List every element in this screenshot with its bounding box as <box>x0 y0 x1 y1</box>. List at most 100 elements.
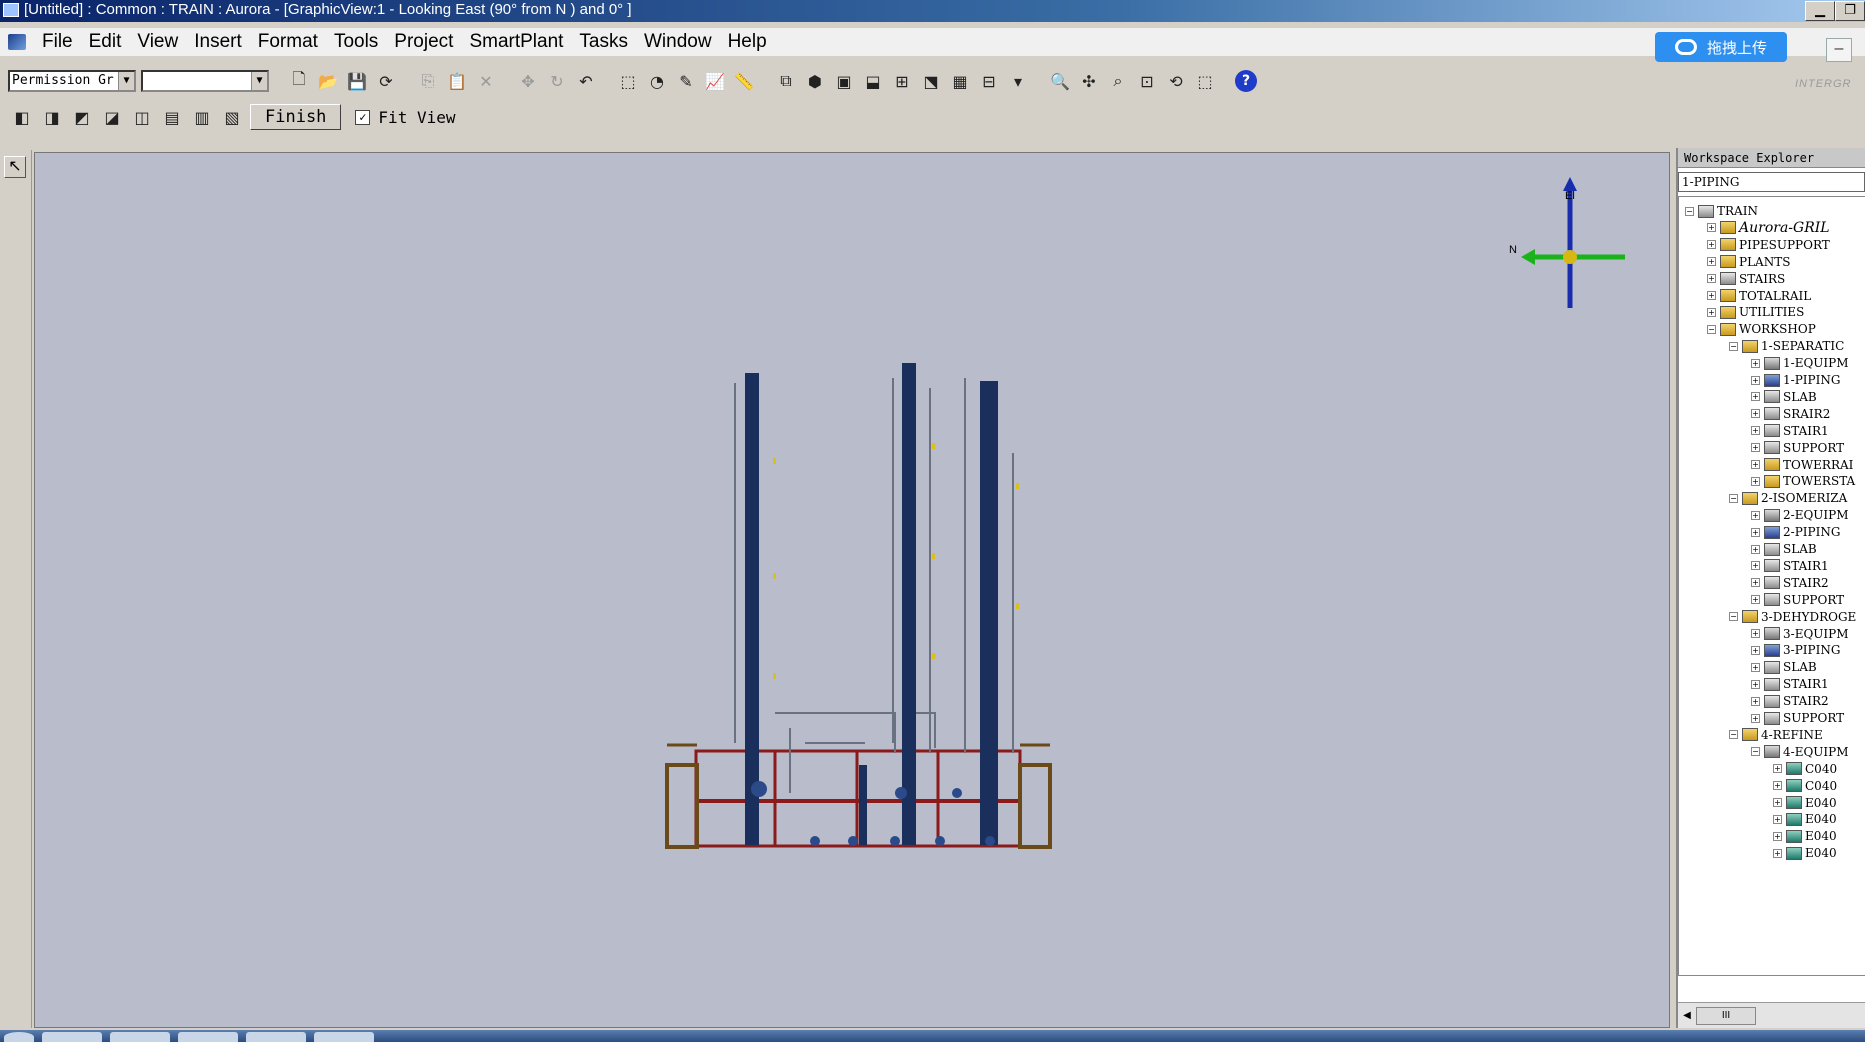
expand-icon[interactable]: + <box>1751 476 1760 486</box>
minimize-window-button[interactable]: ▁ <box>1805 1 1835 21</box>
expand-icon[interactable]: + <box>1773 848 1782 858</box>
expand-icon[interactable]: + <box>1751 578 1760 588</box>
scroll-left-icon[interactable]: ◀ <box>1678 1010 1696 1021</box>
view-iso-icon[interactable]: ⧉ <box>774 69 798 93</box>
menu-smartplant[interactable]: SmartPlant <box>461 28 571 56</box>
measure-icon[interactable]: ◔ <box>645 69 669 93</box>
view-3d-icon[interactable]: ⬢ <box>803 69 827 93</box>
horizontal-scrollbar[interactable]: ◀ III <box>1678 1002 1865 1028</box>
taskbar-app[interactable] <box>314 1032 374 1042</box>
fit-view-checkbox[interactable]: ✓ <box>355 109 371 125</box>
new-file-icon[interactable]: 🗋 <box>287 69 311 93</box>
menu-insert[interactable]: Insert <box>186 28 250 56</box>
view-clip-icon[interactable]: ▣ <box>832 69 856 93</box>
rotate-view-icon[interactable]: ⟲ <box>1164 69 1188 93</box>
common-views-icon[interactable]: ⬚ <box>1193 69 1217 93</box>
help-icon[interactable]: ? <box>1235 70 1257 92</box>
detach-icon[interactable]: ▥ <box>190 105 214 129</box>
menu-tasks[interactable]: Tasks <box>571 28 636 56</box>
properties-icon[interactable]: ▧ <box>220 105 244 129</box>
menu-edit[interactable]: Edit <box>81 28 130 56</box>
taskbar-app[interactable] <box>110 1032 170 1042</box>
copy-icon[interactable]: ⎘ <box>416 69 440 93</box>
expand-icon[interactable]: + <box>1751 460 1760 469</box>
align-icon[interactable]: ◫ <box>130 105 154 129</box>
expand-icon[interactable]: + <box>1751 527 1760 537</box>
menu-window[interactable]: Window <box>636 28 720 56</box>
expand-icon[interactable]: + <box>1751 595 1760 605</box>
expand-icon[interactable]: + <box>1751 409 1760 419</box>
expand-icon[interactable]: + <box>1707 274 1716 284</box>
undo-icon[interactable]: ↶ <box>574 69 598 93</box>
paste-icon[interactable]: 📋 <box>445 69 469 93</box>
mirror-icon[interactable]: ◪ <box>100 105 124 129</box>
expand-icon[interactable]: + <box>1751 544 1760 554</box>
menu-format[interactable]: Format <box>250 28 326 56</box>
place-icon[interactable]: ◧ <box>10 105 34 129</box>
menu-project[interactable]: Project <box>386 28 461 56</box>
expand-icon[interactable]: + <box>1751 510 1760 520</box>
expand-icon[interactable]: + <box>1751 713 1760 723</box>
expand-icon[interactable]: + <box>1751 629 1760 638</box>
menu-view[interactable]: View <box>129 28 186 56</box>
delete-icon[interactable]: ✕ <box>474 69 498 93</box>
collapse-icon[interactable]: − <box>1729 730 1738 740</box>
zoom-icon[interactable]: 🔍 <box>1048 69 1072 93</box>
view-front-icon[interactable]: ⬓ <box>861 69 885 93</box>
expand-icon[interactable]: + <box>1707 307 1716 317</box>
open-folder-icon[interactable]: 📂 <box>316 69 340 93</box>
copy-obj-icon[interactable]: ◩ <box>70 105 94 129</box>
explorer-filter-combo[interactable]: 1-PIPING <box>1678 172 1865 192</box>
expand-icon[interactable]: + <box>1751 426 1760 436</box>
edit-shape-icon[interactable]: ✎ <box>674 69 698 93</box>
chart-icon[interactable]: 📈 <box>703 69 727 93</box>
expand-icon[interactable]: + <box>1751 358 1760 368</box>
collapse-icon[interactable]: − <box>1685 206 1694 216</box>
expand-icon[interactable]: + <box>1751 375 1760 385</box>
taskbar-app[interactable] <box>42 1032 102 1042</box>
zoom-fit-icon[interactable]: ⊡ <box>1135 69 1159 93</box>
expand-icon[interactable]: + <box>1773 798 1782 807</box>
document-icon[interactable] <box>8 34 26 50</box>
maximize-window-button[interactable]: ❐ <box>1835 1 1865 21</box>
expand-icon[interactable]: + <box>1707 291 1716 300</box>
collapse-icon[interactable]: − <box>1729 341 1738 351</box>
tree-node[interactable]: + E040 <box>1773 843 1837 863</box>
ruler-icon[interactable]: 📏 <box>732 69 756 93</box>
view-options-icon[interactable]: ⊟ <box>977 69 1001 93</box>
expand-icon[interactable]: + <box>1773 764 1782 774</box>
expand-icon[interactable]: + <box>1773 814 1782 824</box>
expand-icon[interactable]: + <box>1751 696 1760 706</box>
collapse-icon[interactable]: − <box>1707 324 1716 334</box>
expand-icon[interactable]: + <box>1707 257 1716 267</box>
workspace-combo[interactable]: ▼ <box>141 70 269 92</box>
collapse-icon[interactable]: − <box>1729 493 1738 503</box>
zoom-area-icon[interactable]: ⌕ <box>1106 69 1130 93</box>
menu-file[interactable]: File <box>34 28 81 56</box>
expand-icon[interactable]: + <box>1773 781 1782 791</box>
view-fit-icon[interactable]: ⊞ <box>890 69 914 93</box>
refresh-icon[interactable]: ⟳ <box>374 69 398 93</box>
upload-button[interactable]: 拖拽上传 <box>1655 32 1787 62</box>
dropdown-arrow-icon[interactable]: ▾ <box>1006 69 1030 93</box>
collapse-icon[interactable]: − <box>1751 747 1760 757</box>
menu-tools[interactable]: Tools <box>326 28 386 56</box>
fit-view-toggle[interactable]: ✓ Fit View <box>355 108 455 127</box>
view-render-icon[interactable]: ▦ <box>948 69 972 93</box>
attach-icon[interactable]: ▤ <box>160 105 184 129</box>
expand-icon[interactable]: + <box>1751 679 1760 689</box>
view-section-icon[interactable]: ⬔ <box>919 69 943 93</box>
rotate-icon[interactable]: ↻ <box>545 69 569 93</box>
taskbar-app[interactable] <box>178 1032 238 1042</box>
collapse-icon[interactable]: − <box>1729 612 1738 622</box>
expand-icon[interactable]: + <box>1707 240 1716 250</box>
expand-icon[interactable]: + <box>1751 443 1760 453</box>
expand-icon[interactable]: + <box>1751 392 1760 402</box>
expand-icon[interactable]: + <box>1751 645 1760 655</box>
permission-group-combo[interactable]: Permission Gr ▼ <box>8 70 136 92</box>
start-button[interactable] <box>4 1032 34 1042</box>
expand-icon[interactable]: + <box>1707 223 1716 233</box>
expand-icon[interactable]: + <box>1751 662 1760 672</box>
expand-icon[interactable]: + <box>1773 831 1782 841</box>
taskbar-app[interactable] <box>246 1032 306 1042</box>
